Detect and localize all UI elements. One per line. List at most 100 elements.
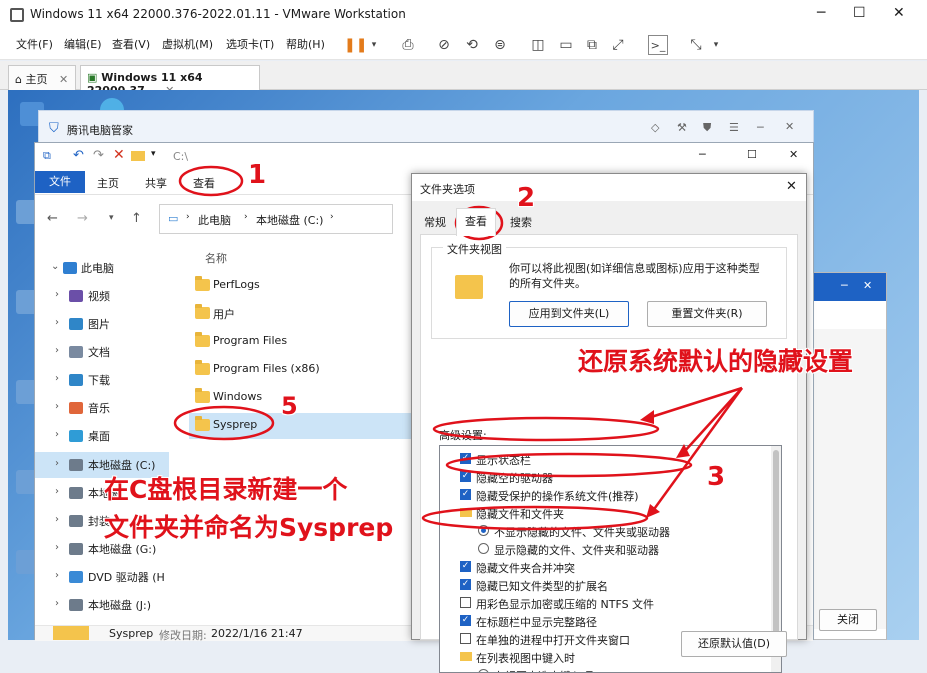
chevron-right-icon[interactable]: › <box>55 401 59 412</box>
menu-view[interactable]: 查看(V) <box>112 36 150 52</box>
chevron-right-icon[interactable]: › <box>55 514 59 525</box>
checkbox-checked-icon[interactable]: ✓ <box>460 579 471 590</box>
file-row[interactable]: 用户 <box>189 301 419 327</box>
advanced-setting-item[interactable]: 隐藏文件和文件夹 <box>440 504 770 522</box>
close-icon[interactable]: ✕ <box>785 120 794 133</box>
checkbox-checked-icon[interactable]: ✓ <box>460 489 471 500</box>
close-icon[interactable]: ✕ <box>789 148 798 161</box>
maximize-icon[interactable]: ☐ <box>853 5 866 21</box>
library-icon[interactable]: ◫ <box>528 35 548 55</box>
advanced-setting-item[interactable]: 不显示隐藏的文件、文件夹或驱动器 <box>440 522 770 540</box>
breadcrumb-this-pc[interactable]: 此电脑 <box>198 212 231 228</box>
breadcrumb-c-drive[interactable]: 本地磁盘 (C:) <box>256 212 323 228</box>
forward-icon[interactable]: → <box>77 211 88 226</box>
column-header-name[interactable]: 名称 <box>205 250 227 266</box>
checkbox-checked-icon[interactable]: ✓ <box>460 615 471 626</box>
chevron-right-icon[interactable]: › <box>55 542 59 553</box>
file-row[interactable]: Program Files (x86) <box>189 357 419 383</box>
console-icon[interactable]: >_ <box>648 35 668 55</box>
nav-item[interactable]: › 图片 <box>35 311 169 337</box>
file-row[interactable]: Program Files <box>189 329 419 355</box>
delete-icon[interactable]: ✕ <box>113 147 125 163</box>
ribbon-view-tab[interactable]: 查看 <box>193 175 215 191</box>
menu-tabs[interactable]: 选项卡(T) <box>226 36 274 52</box>
file-row[interactable]: PerfLogs <box>189 273 419 299</box>
chevron-right-icon[interactable]: › <box>55 373 59 384</box>
properties-icon[interactable]: ⧉ <box>43 149 51 163</box>
recent-dropdown-icon[interactable]: ▾ <box>109 213 114 223</box>
unity-icon[interactable]: ⧉ <box>582 35 602 55</box>
tab-home[interactable]: ⌂ 主页 ✕ <box>8 65 76 90</box>
ribbon-share-tab[interactable]: 共享 <box>145 175 167 191</box>
ribbon-home-tab[interactable]: 主页 <box>97 175 119 191</box>
advanced-setting-item[interactable]: ✓ 隐藏已知文件类型的扩展名 <box>440 576 770 594</box>
nav-item[interactable]: › 视频 <box>35 283 169 309</box>
advanced-setting-item[interactable]: ✓ 隐藏文件夹合并冲突 <box>440 558 770 576</box>
file-row[interactable]: Windows <box>189 385 419 411</box>
close-icon[interactable]: ✕ <box>893 5 905 21</box>
checkbox-icon[interactable] <box>460 597 471 608</box>
stretch-icon[interactable]: ⤢ <box>608 35 628 55</box>
qat-dropdown-icon[interactable]: ▾ <box>151 149 156 159</box>
apply-to-folders-button[interactable]: 应用到文件夹(L) <box>509 301 629 327</box>
minimize-icon[interactable]: ─ <box>699 148 706 161</box>
nav-item[interactable]: › 本地磁盘 (J:) <box>35 592 169 618</box>
tab-general[interactable]: 常规 <box>416 210 454 234</box>
nav-item[interactable]: ⌄ 此电脑 <box>35 255 169 281</box>
minimize-icon[interactable]: ─ <box>841 279 848 292</box>
menu-icon[interactable]: ☰ <box>729 121 739 134</box>
checkbox-checked-icon[interactable]: ✓ <box>460 453 471 464</box>
fit-dropdown-icon[interactable]: ▾ <box>706 35 726 55</box>
close-icon[interactable]: ✕ <box>863 279 872 292</box>
snapshot-icon[interactable]: ⊘ <box>434 35 454 55</box>
chevron-right-icon[interactable]: › <box>55 598 59 609</box>
minimize-icon[interactable]: ─ <box>757 121 764 134</box>
restore-defaults-button[interactable]: 还原默认值(D) <box>681 631 787 657</box>
nav-item[interactable]: › 文档 <box>35 339 169 365</box>
scrollbar-thumb[interactable] <box>773 450 779 640</box>
nav-item[interactable]: › DVD 驱动器 (H <box>35 564 169 590</box>
minimize-icon[interactable]: ─ <box>817 5 825 21</box>
nav-item[interactable]: › 音乐 <box>35 395 169 421</box>
chevron-right-icon[interactable]: › <box>55 486 59 497</box>
tab-close-icon[interactable]: ✕ <box>59 73 68 86</box>
menu-edit[interactable]: 编辑(E) <box>64 36 102 52</box>
radio-selected-icon[interactable] <box>478 669 489 672</box>
address-bar[interactable]: ▭ › 此电脑 › 本地磁盘 (C:) › <box>159 204 393 234</box>
redo-icon[interactable]: ↷ <box>93 148 104 163</box>
chevron-right-icon[interactable]: › <box>55 429 59 440</box>
advanced-setting-item[interactable]: 在视图中选中键入项 <box>440 666 770 672</box>
tab-search[interactable]: 搜索 <box>502 210 540 234</box>
menu-file[interactable]: 文件(F) <box>16 36 53 52</box>
radio-icon[interactable] <box>478 543 489 554</box>
full-screen-icon[interactable]: ▭ <box>556 35 576 55</box>
tab-vm[interactable]: ▣ Windows 11 x64 22000.37... ✕ <box>80 65 260 97</box>
bg-close-button[interactable]: 关闭 <box>819 609 877 631</box>
new-folder-icon[interactable] <box>131 151 145 161</box>
fit-icon[interactable]: ⤡ <box>686 35 706 55</box>
advanced-setting-item[interactable]: 用彩色显示加密或压缩的 NTFS 文件 <box>440 594 770 612</box>
radio-selected-icon[interactable] <box>478 525 489 536</box>
chevron-right-icon[interactable]: › <box>55 345 59 356</box>
ribbon-file-tab[interactable]: 文件 <box>35 171 85 193</box>
chevron-right-icon[interactable]: › <box>55 570 59 581</box>
menu-help[interactable]: 帮助(H) <box>286 36 325 52</box>
chevron-right-icon[interactable]: › <box>55 458 59 469</box>
pause-icon[interactable]: ❚❚ <box>344 35 367 55</box>
file-row[interactable]: Sysprep <box>189 413 419 439</box>
checkbox-checked-icon[interactable]: ✓ <box>460 561 471 572</box>
chevron-right-icon[interactable]: › <box>55 289 59 300</box>
undo-icon[interactable]: ↶ <box>73 148 84 163</box>
skin-icon[interactable]: ◇ <box>651 121 659 134</box>
chevron-down-icon[interactable]: ⌄ <box>51 261 59 272</box>
tab-view[interactable]: 查看 <box>456 208 496 236</box>
send-keys-icon[interactable]: ⎙ <box>398 35 418 55</box>
revert-snapshot-icon[interactable]: ⟲ <box>462 35 482 55</box>
back-icon[interactable]: ← <box>47 211 58 226</box>
snapshot-manager-icon[interactable]: ⊜ <box>490 35 510 55</box>
up-icon[interactable]: ↑ <box>131 211 142 226</box>
close-icon[interactable]: ✕ <box>786 179 797 194</box>
checkbox-checked-icon[interactable]: ✓ <box>460 471 471 482</box>
tools-icon[interactable]: ⚒ <box>677 121 687 134</box>
reset-folders-button[interactable]: 重置文件夹(R) <box>647 301 767 327</box>
